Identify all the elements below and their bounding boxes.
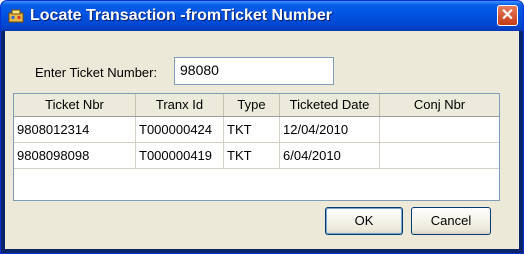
column-header-ticket-nbr[interactable]: Ticket Nbr [14, 94, 136, 116]
table-row[interactable]: 9808098098 T000000419 TKT 6/04/2010 [14, 143, 499, 169]
cell-type: TKT [224, 143, 280, 168]
dialog-body: Enter Ticket Number: 98080 Ticket Nbr Tr… [5, 31, 519, 249]
cancel-button[interactable]: Cancel [411, 207, 491, 235]
cell-ticket-nbr: 9808098098 [14, 143, 136, 168]
column-header-ticketed-date[interactable]: Ticketed Date [280, 94, 380, 116]
cell-ticketed-date: 12/04/2010 [280, 117, 380, 142]
cell-ticket-nbr: 9808012314 [14, 117, 136, 142]
ticket-number-input[interactable]: 98080 [174, 57, 334, 85]
close-button[interactable]: ✕ [497, 5, 518, 26]
cell-conj-nbr [380, 143, 499, 168]
cell-type: TKT [224, 117, 280, 142]
results-table: Ticket Nbr Tranx Id Type Ticketed Date C… [13, 93, 500, 201]
close-icon: ✕ [500, 7, 515, 24]
cell-tranx-id: T000000419 [136, 143, 224, 168]
dialog-window: Locate Transaction -fromTicket Number ✕ … [0, 0, 524, 254]
ticket-number-label: Enter Ticket Number: [35, 65, 158, 80]
column-header-type[interactable]: Type [224, 94, 280, 116]
window-title: Locate Transaction -fromTicket Number [30, 7, 332, 24]
cell-tranx-id: T000000424 [136, 117, 224, 142]
cell-ticketed-date: 6/04/2010 [280, 143, 380, 168]
title-bar[interactable]: Locate Transaction -fromTicket Number ✕ [1, 1, 523, 31]
table-header: Ticket Nbr Tranx Id Type Ticketed Date C… [14, 94, 499, 117]
ok-button[interactable]: OK [325, 207, 403, 235]
table-row[interactable]: 9808012314 T000000424 TKT 12/04/2010 [14, 117, 499, 143]
app-icon [8, 9, 24, 23]
column-header-tranx-id[interactable]: Tranx Id [136, 94, 224, 116]
column-header-conj-nbr[interactable]: Conj Nbr [380, 94, 499, 116]
cell-conj-nbr [380, 117, 499, 142]
